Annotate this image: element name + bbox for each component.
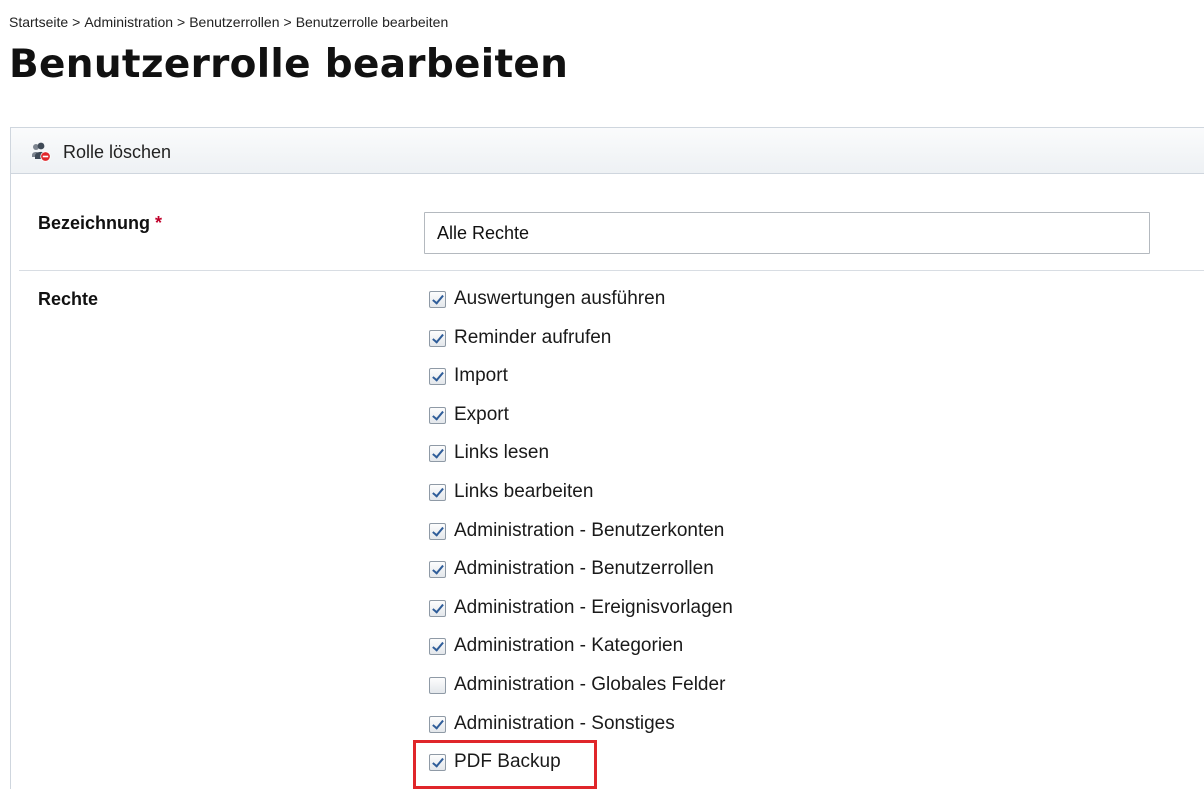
breadcrumb-separator: > — [283, 14, 292, 30]
right-checkbox[interactable] — [429, 329, 446, 347]
breadcrumb-separator: > — [72, 14, 81, 30]
right-checkbox[interactable] — [429, 561, 446, 579]
right-item: Administration - Kategorien — [429, 635, 733, 674]
right-label[interactable]: Administration - Globales Felder — [454, 674, 725, 696]
right-label[interactable]: Administration - Benutzerkonten — [454, 520, 724, 542]
right-item: Links lesen — [429, 442, 733, 481]
rights-row: Rechte Auswertungen ausführen Reminder au… — [19, 271, 1204, 789]
page-title: Benutzerrolle bearbeiten — [9, 42, 569, 87]
right-label[interactable]: Administration - Benutzerrollen — [454, 558, 714, 580]
rights-list: Auswertungen ausführen Reminder aufrufen I… — [429, 288, 733, 790]
right-checkbox[interactable] — [429, 483, 446, 501]
right-checkbox[interactable] — [429, 599, 446, 617]
breadcrumb-administration[interactable]: Administration — [84, 14, 173, 30]
right-checkbox[interactable] — [429, 445, 446, 463]
toolbar: Rolle löschen — [11, 127, 1204, 174]
right-label[interactable]: Links bearbeiten — [454, 481, 593, 503]
breadcrumb: Startseite > Administration > Benutzerrollen… — [9, 14, 448, 30]
name-input[interactable] — [424, 212, 1150, 254]
right-item: Auswertungen ausführen — [429, 288, 733, 327]
right-label[interactable]: Auswertungen ausführen — [454, 288, 665, 310]
right-label[interactable]: Reminder aufrufen — [454, 327, 611, 349]
right-item: Reminder aufrufen — [429, 327, 733, 366]
right-item: Export — [429, 404, 733, 443]
breadcrumb-startseite[interactable]: Startseite — [9, 14, 68, 30]
delete-role-button[interactable]: Rolle löschen — [31, 140, 171, 164]
right-checkbox[interactable] — [429, 406, 446, 424]
delete-role-icon — [31, 142, 51, 162]
right-item: Administration - Globales Felder — [429, 674, 733, 713]
right-checkbox[interactable] — [429, 676, 446, 694]
right-label[interactable]: Administration - Sonstiges — [454, 713, 675, 735]
edit-role-panel: Rolle löschen Bezeichnung * Rechte Auswe… — [10, 127, 1204, 789]
right-item: Administration - Sonstiges — [429, 713, 733, 752]
right-checkbox[interactable] — [429, 291, 446, 308]
name-label: Bezeichnung * — [38, 213, 162, 234]
rights-label: Rechte — [38, 289, 99, 309]
breadcrumb-separator: > — [177, 14, 186, 30]
right-label[interactable]: Links lesen — [454, 442, 549, 464]
required-marker: * — [155, 213, 163, 233]
right-item: Administration - Benutzerrollen — [429, 558, 733, 597]
name-row: Bezeichnung * — [19, 189, 1204, 271]
name-label-text: Bezeichnung — [38, 213, 151, 233]
right-label[interactable]: Administration - Ereignisvorlagen — [454, 597, 733, 619]
right-label[interactable]: Import — [454, 365, 508, 387]
right-label[interactable]: Administration - Kategorien — [454, 635, 683, 657]
breadcrumb-current: Benutzerrolle bearbeiten — [295, 14, 449, 30]
right-checkbox[interactable] — [429, 754, 446, 772]
right-item: Administration - Ereignisvorlagen — [429, 597, 733, 636]
delete-role-label: Rolle löschen — [63, 141, 172, 162]
right-item: Administration - Benutzerkonten — [429, 520, 733, 559]
right-checkbox[interactable] — [429, 522, 446, 540]
right-item: PDF Backup — [429, 751, 733, 790]
right-label[interactable]: Export — [454, 404, 509, 426]
right-item: Links bearbeiten — [429, 481, 733, 520]
right-checkbox[interactable] — [429, 715, 446, 733]
right-label[interactable]: PDF Backup — [454, 751, 561, 773]
right-checkbox[interactable] — [429, 368, 446, 386]
right-checkbox[interactable] — [429, 638, 446, 656]
breadcrumb-benutzerrollen[interactable]: Benutzerrollen — [189, 14, 279, 30]
right-item: Import — [429, 365, 733, 404]
